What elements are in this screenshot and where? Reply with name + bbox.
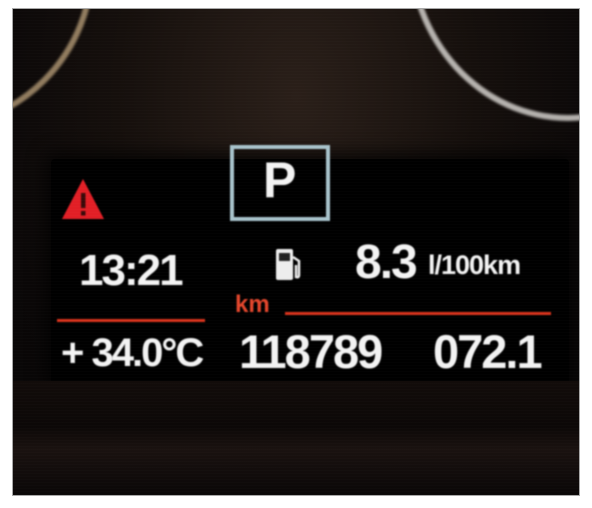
right-divider-line (285, 312, 551, 315)
odometer-unit-label: km (235, 291, 270, 318)
right-gauge-arc (407, 9, 579, 121)
gear-indicator: P (263, 152, 298, 208)
fuel-pump-icon (276, 249, 301, 280)
trip-meter-value: 072.1 (433, 325, 543, 378)
warning-triangle-icon (62, 179, 104, 219)
left-divider-line (57, 319, 205, 322)
fuel-consumption-value: 8.3 (355, 236, 418, 289)
left-gauge-arc (13, 9, 95, 131)
clock-readout: 13:21 (79, 246, 184, 295)
photo-frame: P 13:21 8.3 l/100km km + 34.0°C 118789 0… (12, 8, 580, 496)
odometer-value: 118789 (239, 325, 383, 378)
dashboard-bezel (13, 381, 579, 495)
fuel-consumption-unit: l/100km (428, 250, 521, 280)
outside-temperature: + 34.0°C (61, 331, 204, 375)
